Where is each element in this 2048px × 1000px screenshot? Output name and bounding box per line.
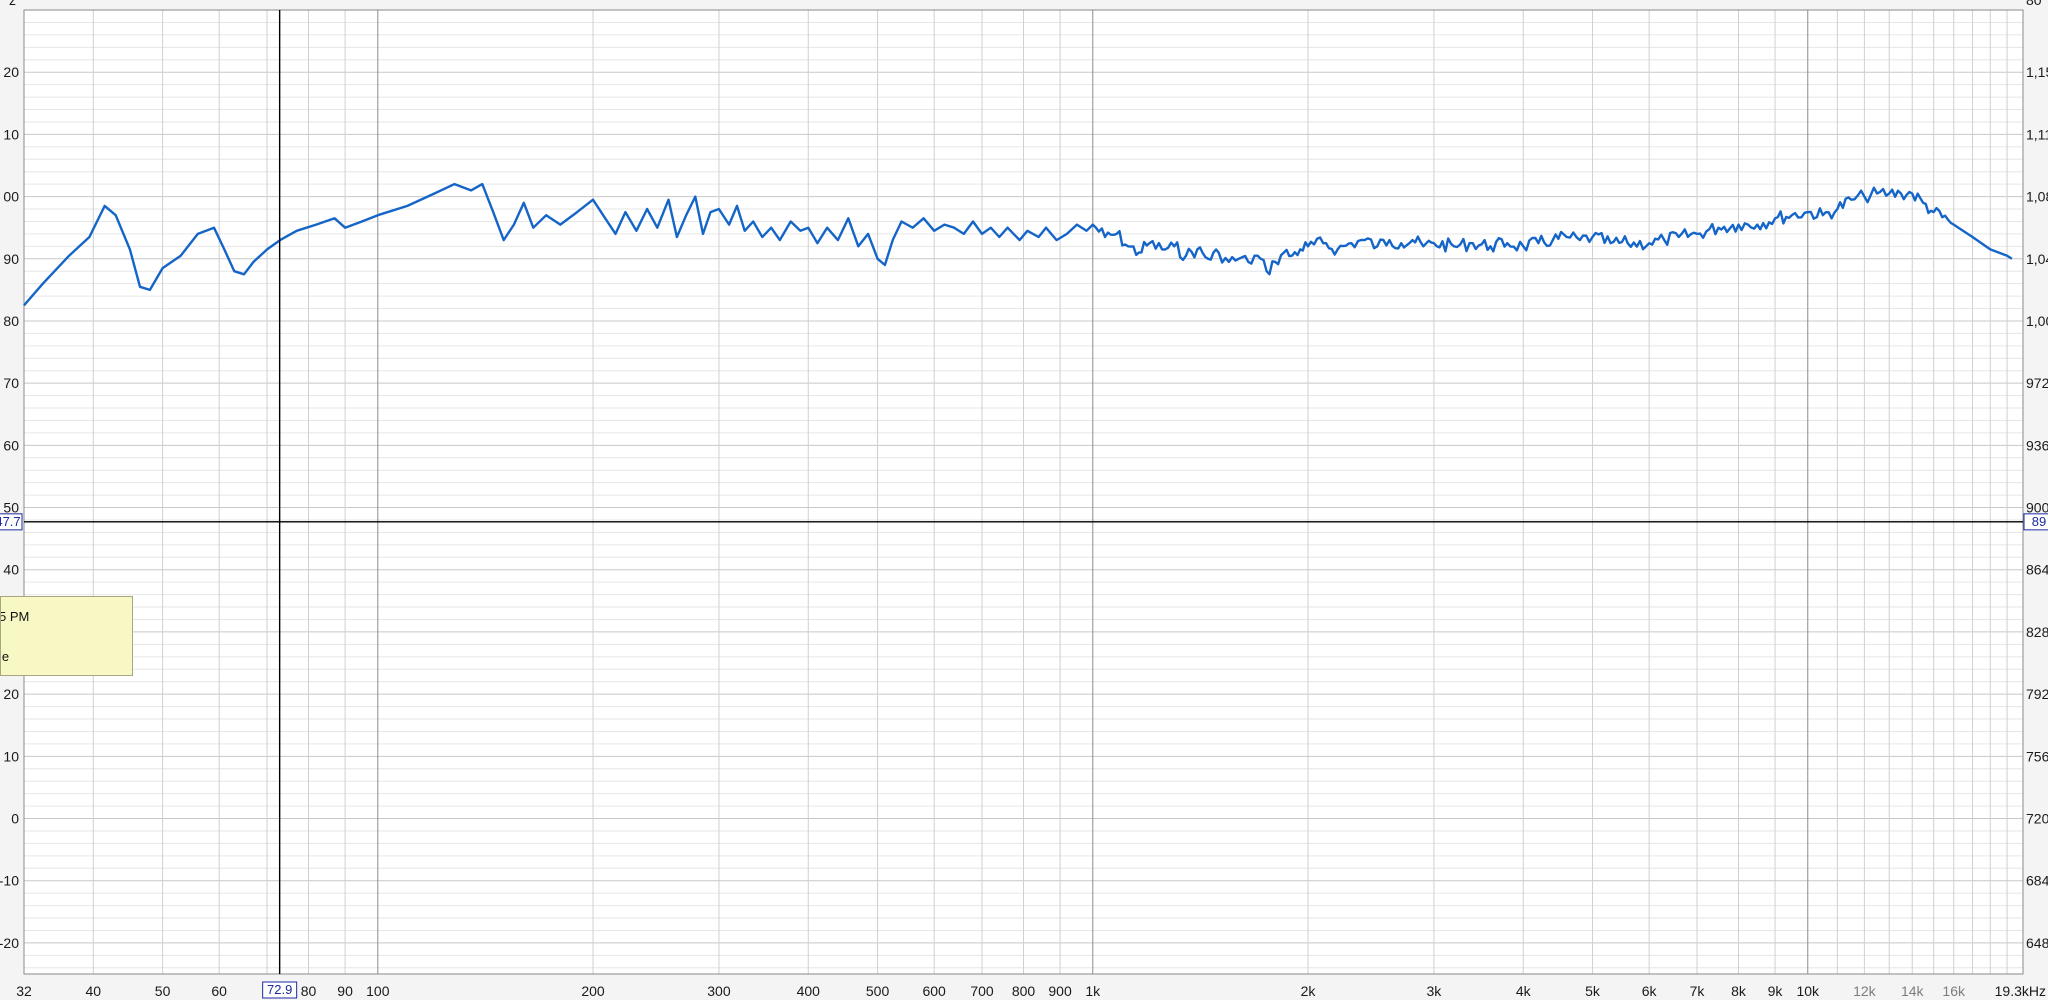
- x-tick-label: 32: [16, 983, 32, 999]
- y-tick-label-right: 1,15: [2026, 64, 2048, 80]
- y-tick-label-left: 50: [3, 500, 19, 516]
- x-tick-label: 80: [301, 983, 317, 999]
- cursor-y-right-label: 89: [2032, 514, 2046, 529]
- y-tick-label-left: 40: [3, 562, 19, 578]
- x-tick-label: 50: [155, 983, 171, 999]
- y-tick-label-left: 00: [3, 189, 19, 205]
- x-tick-label: 16k: [1942, 983, 1966, 999]
- x-tick-label: 300: [707, 983, 731, 999]
- x-tick-label: 19.3kHz: [1995, 983, 2046, 999]
- y-tick-label-right: 648: [2026, 935, 2048, 951]
- x-tick-label: 5k: [1585, 983, 1601, 999]
- x-tick-label: 90: [337, 983, 353, 999]
- x-tick-label: 3k: [1427, 983, 1443, 999]
- x-tick-label: 500: [866, 983, 890, 999]
- y-tick-label-left: 20: [3, 64, 19, 80]
- y-axis-left-partial-label: z: [9, 0, 16, 8]
- x-tick-label: 100: [366, 983, 390, 999]
- y-tick-label-right: 1,04: [2026, 251, 2048, 267]
- y-tick-label-right: 972: [2026, 375, 2048, 391]
- y-tick-label-right: 828: [2026, 624, 2048, 640]
- frequency-response-plot[interactable]: 47.78972.9 32405060809010020030040050060…: [0, 0, 2048, 1000]
- y-tick-label-left: 60: [3, 437, 19, 453]
- x-tick-label: 600: [922, 983, 946, 999]
- x-tick-label: 12k: [1853, 983, 1877, 999]
- y-tick-label-left: 80: [3, 313, 19, 329]
- x-tick-label: 8k: [1731, 983, 1747, 999]
- y-tick-label-right: 720: [2026, 811, 2048, 827]
- cursor-y-left-label: 47.7: [0, 514, 21, 529]
- y-tick-label-right: 1,08: [2026, 189, 2048, 205]
- y-tick-label-left: 0: [11, 811, 19, 827]
- y-tick-label-left: 10: [3, 748, 19, 764]
- x-tick-label: 10k: [1796, 983, 1820, 999]
- x-tick-label: 14k: [1901, 983, 1925, 999]
- y-tick-label-left: 70: [3, 375, 19, 391]
- x-tick-label: 7k: [1690, 983, 1706, 999]
- y-tick-label-left: 20: [3, 686, 19, 702]
- x-tick-label: 2k: [1301, 983, 1317, 999]
- tooltip-line-1: 5 PM: [0, 609, 30, 624]
- x-tick-label: 60: [211, 983, 227, 999]
- y-tick-label-left: 10: [3, 126, 19, 142]
- y-tick-label-right: 1,00: [2026, 313, 2048, 329]
- x-tick-label: 900: [1048, 983, 1072, 999]
- x-tick-label: 200: [581, 983, 605, 999]
- y-tick-label-left: -20: [0, 935, 19, 951]
- y-tick-label-right: 792: [2026, 686, 2048, 702]
- x-tick-label: 40: [85, 983, 101, 999]
- y-tick-label-left: 90: [3, 251, 19, 267]
- x-tick-label: 1k: [1085, 983, 1101, 999]
- y-tick-label-right: 864: [2026, 562, 2048, 578]
- measurement-tooltip: 5 PM le: [0, 596, 133, 676]
- y-tick-label-right: 1,11: [2026, 126, 2048, 142]
- x-tick-label: 400: [797, 983, 821, 999]
- x-tick-label: 700: [970, 983, 994, 999]
- tooltip-line-2: le: [0, 649, 10, 664]
- y-axis-right-partial-label: 80: [2026, 0, 2042, 8]
- x-tick-label: 6k: [1642, 983, 1658, 999]
- cursor-x-label: 72.9: [267, 982, 292, 997]
- y-tick-label-right: 756: [2026, 748, 2048, 764]
- y-tick-label-right: 900: [2026, 500, 2048, 516]
- x-tick-label: 9k: [1768, 983, 1784, 999]
- x-tick-label: 800: [1012, 983, 1036, 999]
- y-tick-label-right: 936: [2026, 437, 2048, 453]
- y-tick-label-right: 684: [2026, 873, 2048, 889]
- x-tick-label: 4k: [1516, 983, 1532, 999]
- y-tick-label-left: -10: [0, 873, 19, 889]
